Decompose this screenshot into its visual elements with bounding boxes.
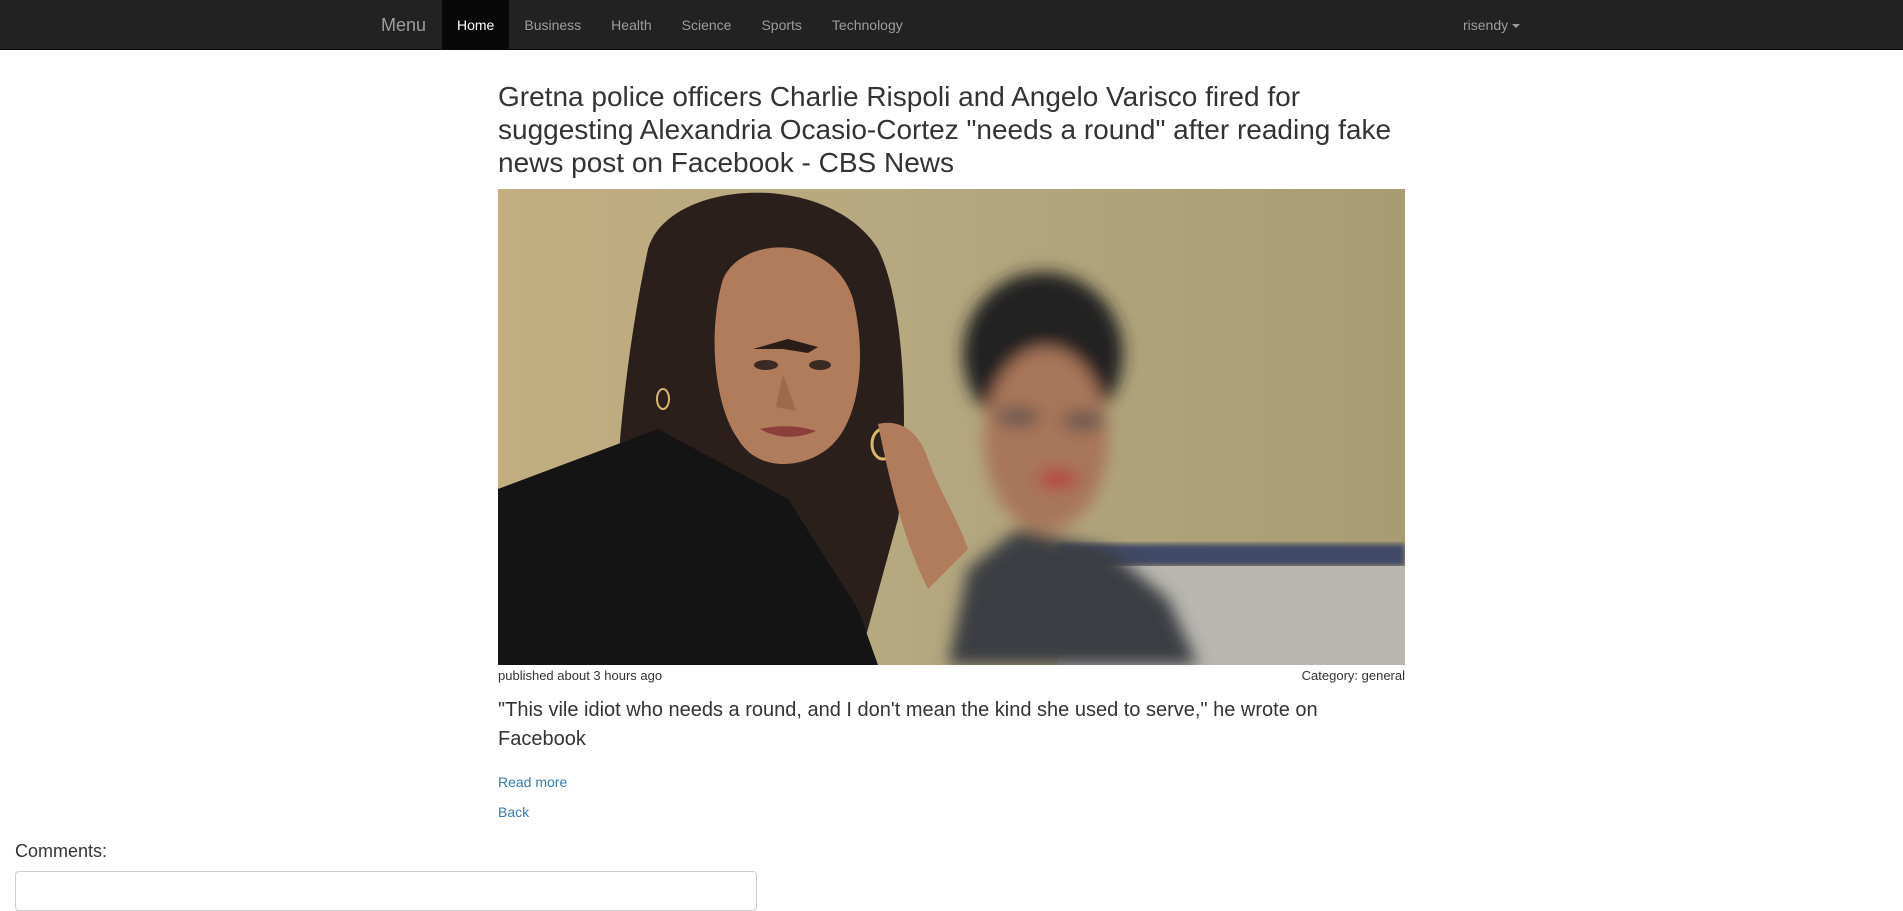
- article-image: [498, 189, 1405, 665]
- article-summary: "This vile idiot who needs a round, and …: [498, 699, 1318, 750]
- caret-down-icon: [1512, 24, 1521, 29]
- published-time: published about 3 hours ago: [498, 668, 663, 683]
- comments-label: Comments:: [15, 841, 108, 861]
- top-navbar: Menu Home Business Health Science Sports…: [0, 0, 1903, 50]
- user-menu-dropdown[interactable]: risendy: [1448, 0, 1535, 50]
- article-category: Category: general: [1301, 668, 1405, 683]
- article-title: Gretna police officers Charlie Rispoli a…: [498, 81, 1392, 178]
- article: Gretna police officers Charlie Rispoli a…: [498, 50, 1405, 820]
- article-photo: [498, 189, 1405, 665]
- back-link[interactable]: Back: [498, 804, 529, 820]
- nav-item-health[interactable]: Health: [596, 0, 666, 50]
- nav-item-business[interactable]: Business: [509, 0, 596, 50]
- nav-item-science[interactable]: Science: [667, 0, 747, 50]
- comment-input[interactable]: [15, 871, 757, 911]
- article-meta: published about 3 hours ago Category: ge…: [498, 667, 1405, 685]
- nav-bar-items: Home Business Health Science Sports Tech…: [442, 0, 918, 50]
- read-more-link[interactable]: Read more: [498, 774, 567, 790]
- nav-item-technology[interactable]: Technology: [817, 0, 918, 50]
- menu-brand[interactable]: Menu: [381, 0, 426, 50]
- user-name: risendy: [1463, 17, 1509, 33]
- nav-item-sports[interactable]: Sports: [746, 0, 816, 50]
- nav-item-home[interactable]: Home: [442, 0, 510, 50]
